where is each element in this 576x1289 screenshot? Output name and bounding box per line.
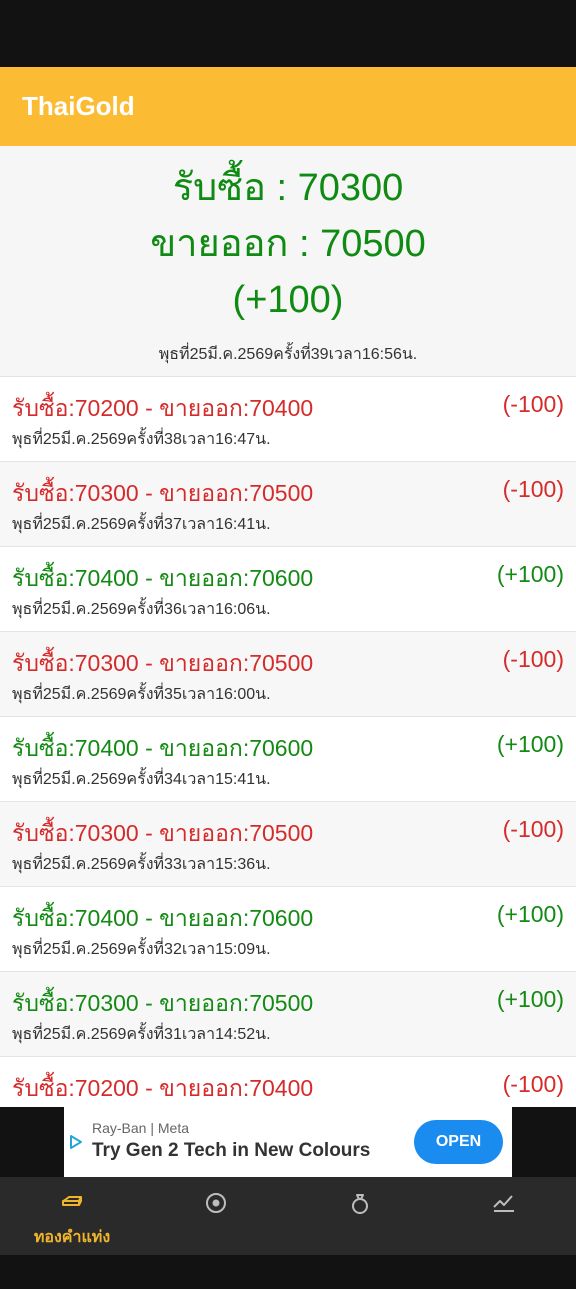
history-row[interactable]: รับซื้อ:70300 - ขายออก:70500 (-100) พุธท… (0, 802, 576, 887)
row-timestamp: พุธที่25มี.ค.2569ครั้งที่36เวลา16:06น. (12, 601, 271, 618)
row-timestamp: พุธที่25มี.ค.2569ครั้งที่38เวลา16:47น. (12, 431, 271, 448)
price-history-list[interactable]: รับซื้อ:70200 - ขายออก:70400 (-100) พุธท… (0, 377, 576, 1107)
history-row[interactable]: รับซื้อ:70400 - ขายออก:70600 (+100) พุธท… (0, 717, 576, 802)
row-prices: รับซื้อ:70400 - ขายออก:70600 (12, 565, 314, 591)
history-row[interactable]: รับซื้อ:70300 - ขายออก:70500 (+100) พุธท… (0, 972, 576, 1057)
history-row[interactable]: รับซื้อ:70200 - ขายออก:70400 (-100) (0, 1057, 576, 1107)
history-row[interactable]: รับซื้อ:70400 - ขายออก:70600 (+100) พุธท… (0, 887, 576, 972)
row-prices: รับซื้อ:70200 - ขายออก:70400 (12, 395, 314, 421)
app-bar: ThaiGold (0, 67, 576, 146)
ad-advertiser: Ray-Ban | Meta (92, 1120, 190, 1136)
row-change: (+100) (496, 901, 564, 927)
ad-area: Ray-Ban | Meta Try Gen 2 Tech in New Col… (0, 1107, 576, 1177)
tab-gold-bar[interactable]: ทองคำแท่ง (0, 1177, 144, 1255)
row-change: (-100) (502, 646, 564, 672)
row-timestamp: พุธที่25มี.ค.2569ครั้งที่32เวลา15:09น. (12, 941, 271, 958)
ad-banner[interactable]: Ray-Ban | Meta Try Gen 2 Tech in New Col… (64, 1107, 512, 1177)
latest-price-summary: รับซื้อ : 70300 ขายออก : 70500 (+100) พุ… (0, 146, 576, 377)
row-change: (+100) (496, 986, 564, 1012)
bottom-navigation: ทองคำแท่ง (0, 1177, 576, 1255)
row-change: (-100) (502, 816, 564, 842)
row-prices: รับซื้อ:70300 - ขายออก:70500 (12, 650, 314, 676)
ring-icon (352, 1194, 368, 1214)
row-prices: รับซื้อ:70400 - ขายออก:70600 (12, 905, 314, 931)
latest-buy-price: รับซื้อ : 70300 (172, 167, 404, 209)
tab-gold-bar-label: ทองคำแท่ง (33, 1229, 111, 1246)
row-change: (-100) (502, 1071, 564, 1097)
coin-icon (206, 1193, 226, 1213)
app-title: ThaiGold (22, 91, 135, 121)
row-timestamp: พุธที่25มี.ค.2569ครั้งที่37เวลา16:41น. (12, 516, 271, 533)
ad-headline[interactable]: Try Gen 2 Tech in New Colours (92, 1140, 370, 1162)
row-prices: รับซื้อ:70300 - ขายออก:70500 (12, 820, 314, 846)
status-bar (0, 0, 576, 67)
history-row[interactable]: รับซื้อ:70200 - ขายออก:70400 (-100) พุธท… (0, 377, 576, 462)
history-row[interactable]: รับซื้อ:70300 - ขายออก:70500 (-100) พุธท… (0, 462, 576, 547)
row-timestamp: พุธที่25มี.ค.2569ครั้งที่33เวลา15:36น. (12, 856, 271, 873)
row-change: (-100) (502, 391, 564, 417)
row-prices: รับซื้อ:70400 - ขายออก:70600 (12, 735, 314, 761)
row-prices: รับซื้อ:70300 - ขายออก:70500 (12, 990, 314, 1016)
ad-choices-icon[interactable] (68, 1134, 84, 1150)
latest-timestamp: พุธที่25มี.ค.2569ครั้งที่39เวลา16:56น. (158, 346, 418, 363)
gold-bar-icon (62, 1196, 82, 1206)
latest-sell-price: ขายออก : 70500 (150, 223, 426, 265)
row-prices: รับซื้อ:70300 - ขายออก:70500 (12, 480, 314, 506)
history-row[interactable]: รับซื้อ:70300 - ขายออก:70500 (-100) พุธท… (0, 632, 576, 717)
history-row[interactable]: รับซื้อ:70400 - ขายออก:70600 (+100) พุธท… (0, 547, 576, 632)
row-prices: รับซื้อ:70200 - ขายออก:70400 (12, 1075, 314, 1101)
row-timestamp: พุธที่25มี.ค.2569ครั้งที่34เวลา15:41น. (12, 771, 271, 788)
row-timestamp: พุธที่25มี.ค.2569ครั้งที่35เวลา16:00น. (12, 686, 271, 703)
row-change: (+100) (496, 561, 564, 587)
row-timestamp: พุธที่25มี.ค.2569ครั้งที่31เวลา14:52น. (12, 1026, 271, 1043)
price-content[interactable]: รับซื้อ : 70300 ขายออก : 70500 (+100) พุ… (0, 146, 576, 1107)
tab-ring[interactable] (288, 1177, 432, 1255)
row-change: (+100) (496, 731, 564, 757)
row-change: (-100) (502, 476, 564, 502)
system-gesture-bar (0, 1255, 576, 1289)
tab-coin[interactable] (144, 1177, 288, 1255)
latest-change: (+100) (232, 279, 344, 321)
chart-icon (493, 1195, 514, 1212)
tab-chart[interactable] (432, 1177, 576, 1255)
ad-open-button[interactable]: OPEN (414, 1120, 503, 1164)
